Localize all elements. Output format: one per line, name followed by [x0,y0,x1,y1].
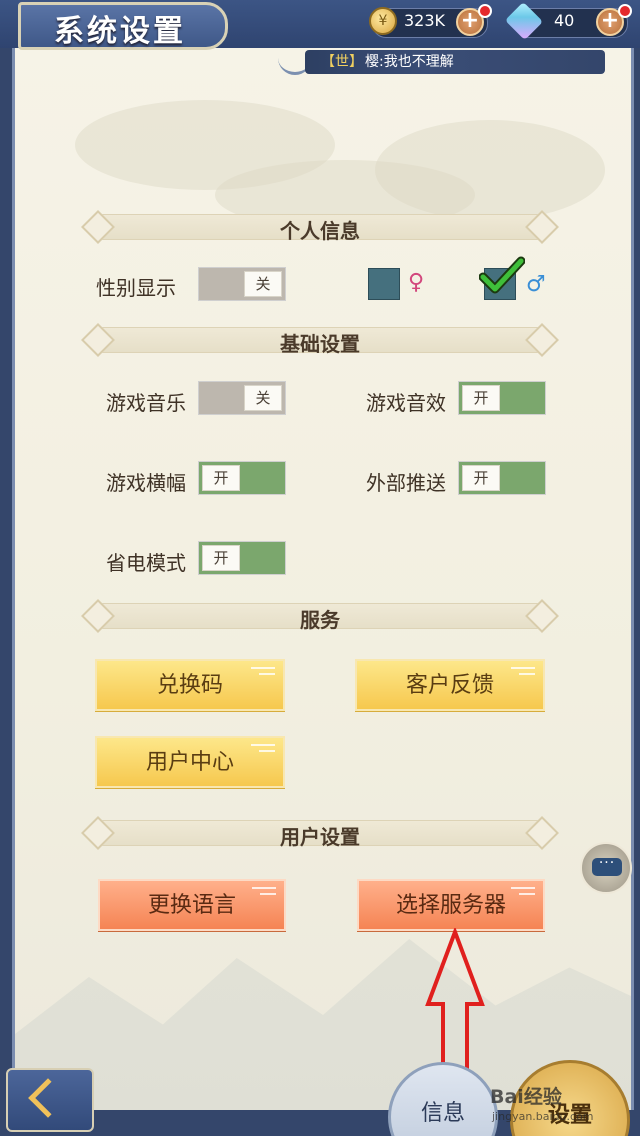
button-label: 更换语言 [147,893,236,918]
notification-dot [618,4,632,18]
ticker-text: 樱:我也不理解 [365,54,454,70]
section-header-user: 用户设置 [80,816,560,850]
toggle-knob: 关 [244,271,282,297]
game-banner-label: 游戏横幅 [106,471,186,495]
female-icon: ♀ [408,270,425,295]
section-header-service: 服务 [80,599,560,633]
up-arrow-annotation-icon [425,928,485,1076]
gender-display-toggle[interactable]: 关 [198,267,286,301]
settings-screen: 系统设置 ¥ 323K + 40 + 【世】 樱:我也不理解 个人信息 性别显示 … [0,0,640,1136]
change-language-button[interactable]: 更换语言 [98,879,286,931]
select-server-button[interactable]: 选择服务器 [357,879,545,931]
power-saving-toggle[interactable]: 开 [198,541,286,575]
section-header-basic: 基础设置 [80,323,560,357]
back-button[interactable] [6,1068,94,1132]
section-title: 基础设置 [280,332,360,356]
game-banner-toggle[interactable]: 开 [198,461,286,495]
external-push-label: 外部推送 [366,471,446,495]
button-label: 客户反馈 [405,673,494,698]
game-music-toggle[interactable]: 关 [198,381,286,415]
gem-amount: 40 [554,11,575,30]
section-header-personal: 个人信息 [80,210,560,244]
back-arrow-icon [28,1078,68,1118]
gold-amount: 323K [404,11,446,30]
redeem-code-button[interactable]: 兑换码 [95,659,285,711]
tab-label: 信息 [420,1101,465,1126]
world-chat-ticker[interactable]: 【世】 樱:我也不理解 [305,50,605,74]
female-checkbox[interactable] [368,268,400,300]
coin-icon: ¥ [369,7,397,35]
toggle-knob: 开 [462,465,500,491]
button-label: 兑换码 [156,673,223,698]
customer-feedback-button[interactable]: 客户反馈 [355,659,545,711]
game-sfx-label: 游戏音效 [366,391,446,415]
power-saving-label: 省电模式 [106,551,186,575]
male-checkbox[interactable] [479,256,525,300]
external-push-toggle[interactable]: 开 [458,461,546,495]
watermark-brand: Bai经验 [490,1086,562,1108]
gender-display-label: 性别显示 [96,276,176,300]
watermark-url: jingyan.baidu.com [492,1110,594,1123]
toggle-knob: 开 [202,545,240,571]
male-icon: ♂ [526,272,546,297]
section-title: 服务 [300,608,340,632]
game-music-label: 游戏音乐 [106,391,186,415]
section-title: 用户设置 [280,825,360,849]
button-label: 用户中心 [145,750,234,775]
chat-bubble-icon: ··· [592,856,622,876]
ticker-tag: 【世】 [321,54,363,70]
chat-button[interactable]: ··· [580,842,632,894]
toggle-knob: 开 [462,385,500,411]
toggle-knob: 关 [244,385,282,411]
section-title: 个人信息 [280,219,360,243]
notification-dot [478,4,492,18]
check-icon [479,256,525,294]
user-center-button[interactable]: 用户中心 [95,736,285,788]
page-title: 系统设置 [54,14,186,49]
toggle-knob: 开 [202,465,240,491]
game-sfx-toggle[interactable]: 开 [458,381,546,415]
button-label: 选择服务器 [395,893,506,918]
